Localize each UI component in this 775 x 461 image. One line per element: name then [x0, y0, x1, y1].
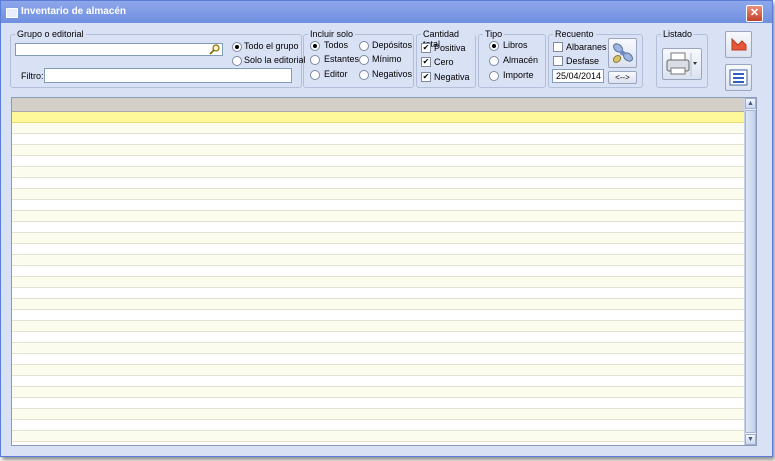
- label-depositos: Depósitos: [372, 40, 413, 50]
- filtro-label: Filtro:: [21, 71, 44, 81]
- table-row[interactable]: [12, 288, 744, 299]
- group-listado-legend: Listado: [661, 29, 695, 39]
- table-row[interactable]: [12, 134, 744, 145]
- table-row[interactable]: [12, 145, 744, 156]
- group-recuento: Recuento Albaranes Desfase 25/04/2014 <-…: [548, 29, 643, 88]
- table-row[interactable]: [12, 266, 744, 277]
- radio-importe[interactable]: [489, 71, 499, 81]
- label-importe: Importe: [503, 70, 534, 80]
- radio-minimo[interactable]: [359, 55, 369, 65]
- table-row[interactable]: [12, 244, 744, 255]
- print-button[interactable]: [662, 48, 702, 80]
- label-cero: Cero: [434, 57, 454, 67]
- check-positiva[interactable]: ✔: [421, 43, 431, 53]
- radio-depositos[interactable]: [359, 41, 369, 51]
- table-row[interactable]: [12, 365, 744, 376]
- radio-editor[interactable]: [310, 70, 320, 80]
- radio-negativos[interactable]: [359, 70, 369, 80]
- check-desfase[interactable]: [553, 56, 563, 66]
- table-row[interactable]: [12, 112, 744, 123]
- settings-button[interactable]: [725, 64, 752, 91]
- table-row[interactable]: [12, 233, 744, 244]
- table-row[interactable]: [12, 123, 744, 134]
- group-listado: Listado: [656, 29, 708, 88]
- radio-almacen[interactable]: [489, 56, 499, 66]
- check-albaranes[interactable]: [553, 42, 563, 52]
- group-grupo-legend: Grupo o editorial: [15, 29, 86, 39]
- table-row[interactable]: [12, 420, 744, 431]
- exit-button[interactable]: [725, 31, 752, 58]
- label-desfase: Desfase: [566, 56, 600, 66]
- table-row[interactable]: [12, 332, 744, 343]
- table-row[interactable]: [12, 321, 744, 332]
- table-row[interactable]: [12, 255, 744, 266]
- list-settings-icon: [729, 69, 748, 86]
- title-bar[interactable]: Inventario de almacén ✕: [1, 1, 772, 23]
- scroll-up-icon[interactable]: ▲: [745, 98, 756, 109]
- propeller-icon: [612, 43, 633, 63]
- vertical-scrollbar[interactable]: ▲ ▼: [744, 98, 756, 445]
- group-cantidad-total: Cantidad total ✔ Positiva ✔ Cero ✔ Negat…: [416, 29, 476, 88]
- table-row[interactable]: [12, 343, 744, 354]
- filtro-input[interactable]: [44, 68, 292, 83]
- check-negativa[interactable]: ✔: [421, 72, 431, 82]
- exit-arrow-icon: [731, 37, 747, 51]
- group-incluir-solo: Incluir solo Todos Depósitos Estantes Mí…: [303, 29, 414, 88]
- table-row[interactable]: [12, 200, 744, 211]
- label-estantes: Estantes: [324, 54, 360, 64]
- table-row[interactable]: [12, 387, 744, 398]
- label-negativa: Negativa: [434, 72, 470, 82]
- table-row[interactable]: [12, 299, 744, 310]
- group-recuento-legend: Recuento: [553, 29, 596, 39]
- table-row[interactable]: [12, 156, 744, 167]
- radio-todo-grupo[interactable]: [232, 42, 242, 52]
- check-cero[interactable]: ✔: [421, 57, 431, 67]
- search-icon[interactable]: [209, 44, 221, 55]
- label-almacen: Almacén: [503, 55, 539, 65]
- group-grupo-editorial: Grupo o editorial Todo el grupo Solo la …: [10, 29, 306, 88]
- close-button[interactable]: ✕: [746, 5, 763, 22]
- printer-icon: [666, 52, 697, 76]
- window-icon: [6, 8, 18, 18]
- grid-rows: [12, 112, 744, 442]
- recuento-action-button[interactable]: [608, 38, 637, 68]
- table-row[interactable]: [12, 409, 744, 420]
- label-todos: Todos: [324, 40, 349, 50]
- table-row[interactable]: [12, 178, 744, 189]
- label-solo-editorial: Solo la editorial: [244, 55, 306, 65]
- grid-header[interactable]: [12, 98, 744, 112]
- table-row[interactable]: [12, 354, 744, 365]
- scroll-down-icon[interactable]: ▼: [745, 434, 756, 445]
- label-negativos: Negativos: [372, 69, 413, 79]
- main-window: Inventario de almacén ✕ Grupo o editoria…: [0, 0, 773, 457]
- table-row[interactable]: [12, 310, 744, 321]
- label-albaranes: Albaranes: [566, 42, 607, 52]
- group-tipo: Tipo Libros Almacén Importe: [478, 29, 546, 88]
- grupo-search-input[interactable]: [15, 43, 223, 56]
- label-editor: Editor: [324, 69, 348, 79]
- recuento-date-input[interactable]: 25/04/2014: [552, 69, 604, 83]
- scroll-thumb[interactable]: [745, 110, 756, 433]
- table-row[interactable]: [12, 376, 744, 387]
- table-row[interactable]: [12, 211, 744, 222]
- table-row[interactable]: [12, 189, 744, 200]
- radio-estantes[interactable]: [310, 55, 320, 65]
- inventory-grid[interactable]: ▲ ▼: [11, 97, 757, 446]
- label-minimo: Mínimo: [372, 54, 402, 64]
- window-title: Inventario de almacén: [21, 6, 127, 17]
- table-row[interactable]: [12, 277, 744, 288]
- label-libros: Libros: [503, 40, 528, 50]
- radio-libros[interactable]: [489, 41, 499, 51]
- table-row[interactable]: [12, 431, 744, 442]
- label-todo-grupo: Todo el grupo: [244, 41, 298, 51]
- table-row[interactable]: [12, 222, 744, 233]
- range-button[interactable]: <-->: [608, 71, 637, 84]
- radio-todos[interactable]: [310, 41, 320, 51]
- group-incluir-legend: Incluir solo: [308, 29, 356, 39]
- label-positiva: Positiva: [434, 43, 466, 53]
- radio-solo-editorial[interactable]: [232, 56, 242, 66]
- table-row[interactable]: [12, 398, 744, 409]
- group-tipo-legend: Tipo: [483, 29, 505, 39]
- table-row[interactable]: [12, 167, 744, 178]
